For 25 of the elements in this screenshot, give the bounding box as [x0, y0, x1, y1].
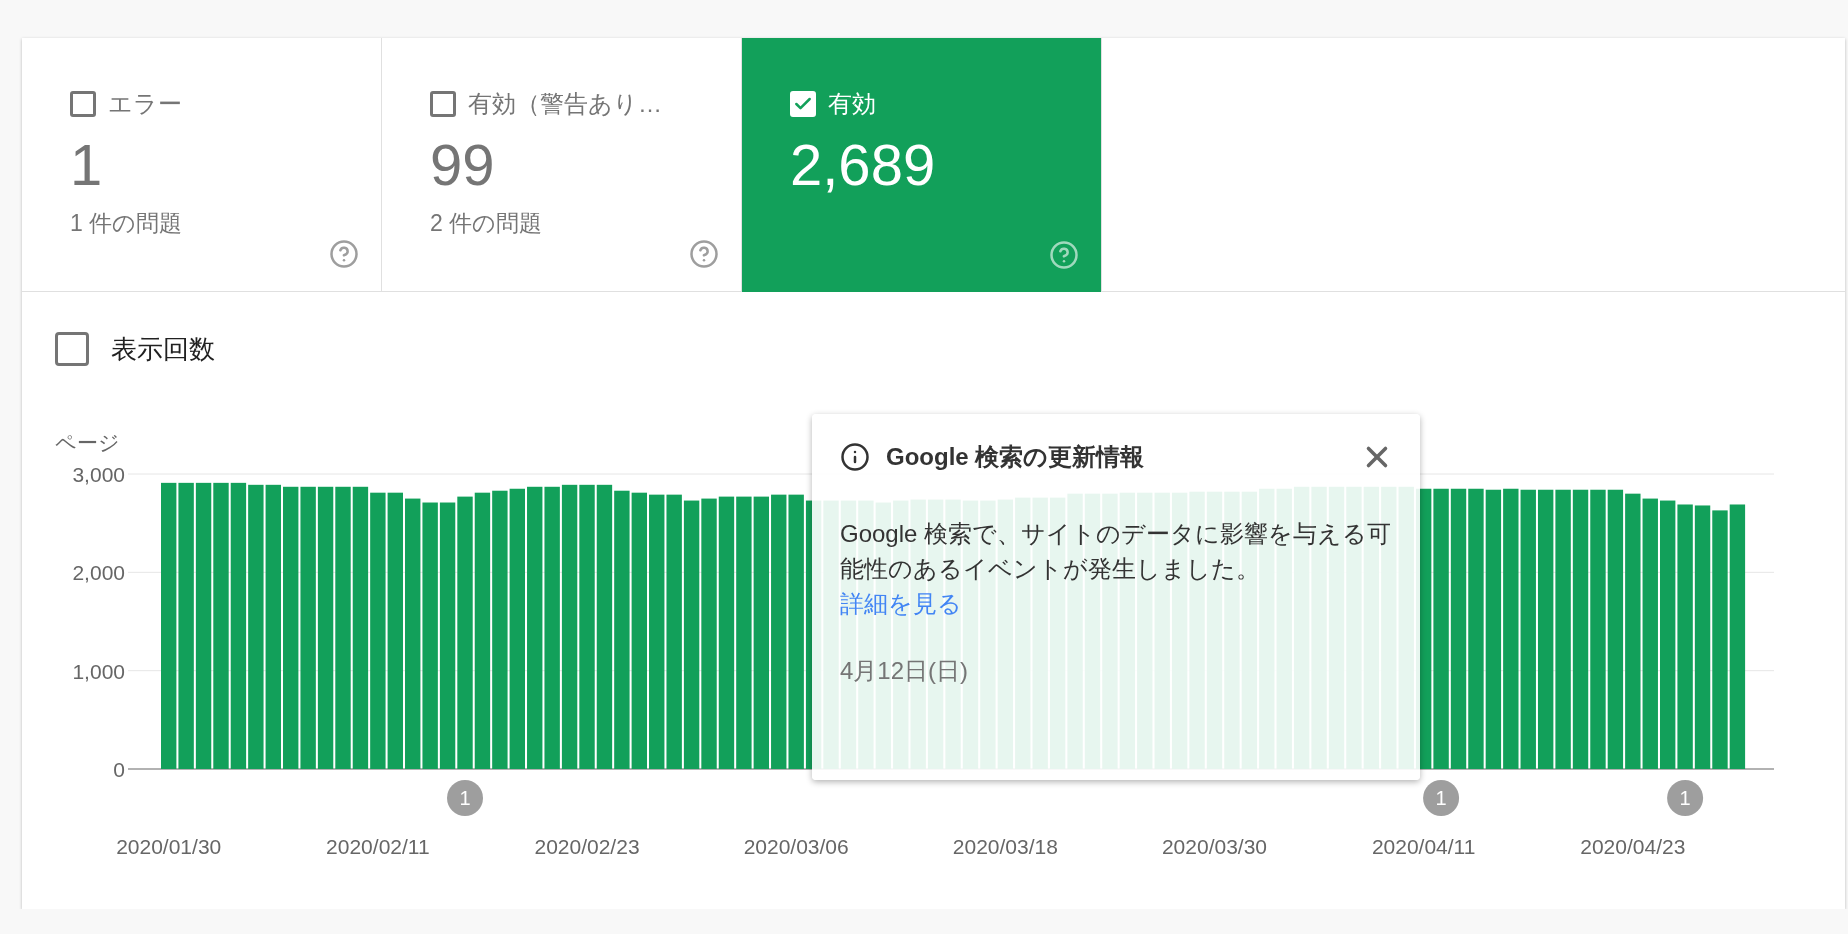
- issue-count: 2 件の問題: [430, 209, 544, 238]
- y-tick-label: 0: [113, 758, 125, 781]
- popup-title: Google 検索の更新情報: [886, 442, 1146, 472]
- popup-text: Google 検索で、サイトのデータに影響を与える可能性のあるイベントが発生しました。: [840, 519, 1393, 584]
- issue-count: 1 件の問題: [70, 209, 184, 238]
- x-tick-label: 2020/04/23: [1580, 835, 1686, 858]
- x-tick-label: 2020/03/18: [952, 835, 1058, 858]
- tile-count: 2,689: [790, 136, 937, 194]
- tile-label: エラー: [108, 89, 182, 119]
- popup-date: 4月12日(日): [840, 656, 970, 686]
- y-tick-label: 2,000: [72, 561, 125, 585]
- tile-label: 有効: [828, 89, 876, 119]
- x-tick-label: 2020/02/11: [326, 835, 430, 858]
- checkbox-label: 表示回数: [111, 333, 215, 366]
- x-tick-label: 2020/02/23: [534, 835, 640, 858]
- tile-count: 1: [70, 136, 104, 194]
- axis-title: ページ: [55, 431, 120, 454]
- y-tick-label: 1,000: [72, 659, 125, 683]
- tile-label: 有効（警告あり…: [468, 89, 662, 119]
- y-tick-label: 3,000: [72, 463, 125, 486]
- x-tick-label: 2020/04/11: [1371, 835, 1476, 858]
- x-tick-label: 2020/03/30: [1161, 835, 1268, 858]
- x-tick-label: 2020/03/06: [743, 835, 849, 858]
- tile-count: 99: [430, 136, 496, 194]
- x-tick-label: 2020/01/30: [116, 835, 222, 858]
